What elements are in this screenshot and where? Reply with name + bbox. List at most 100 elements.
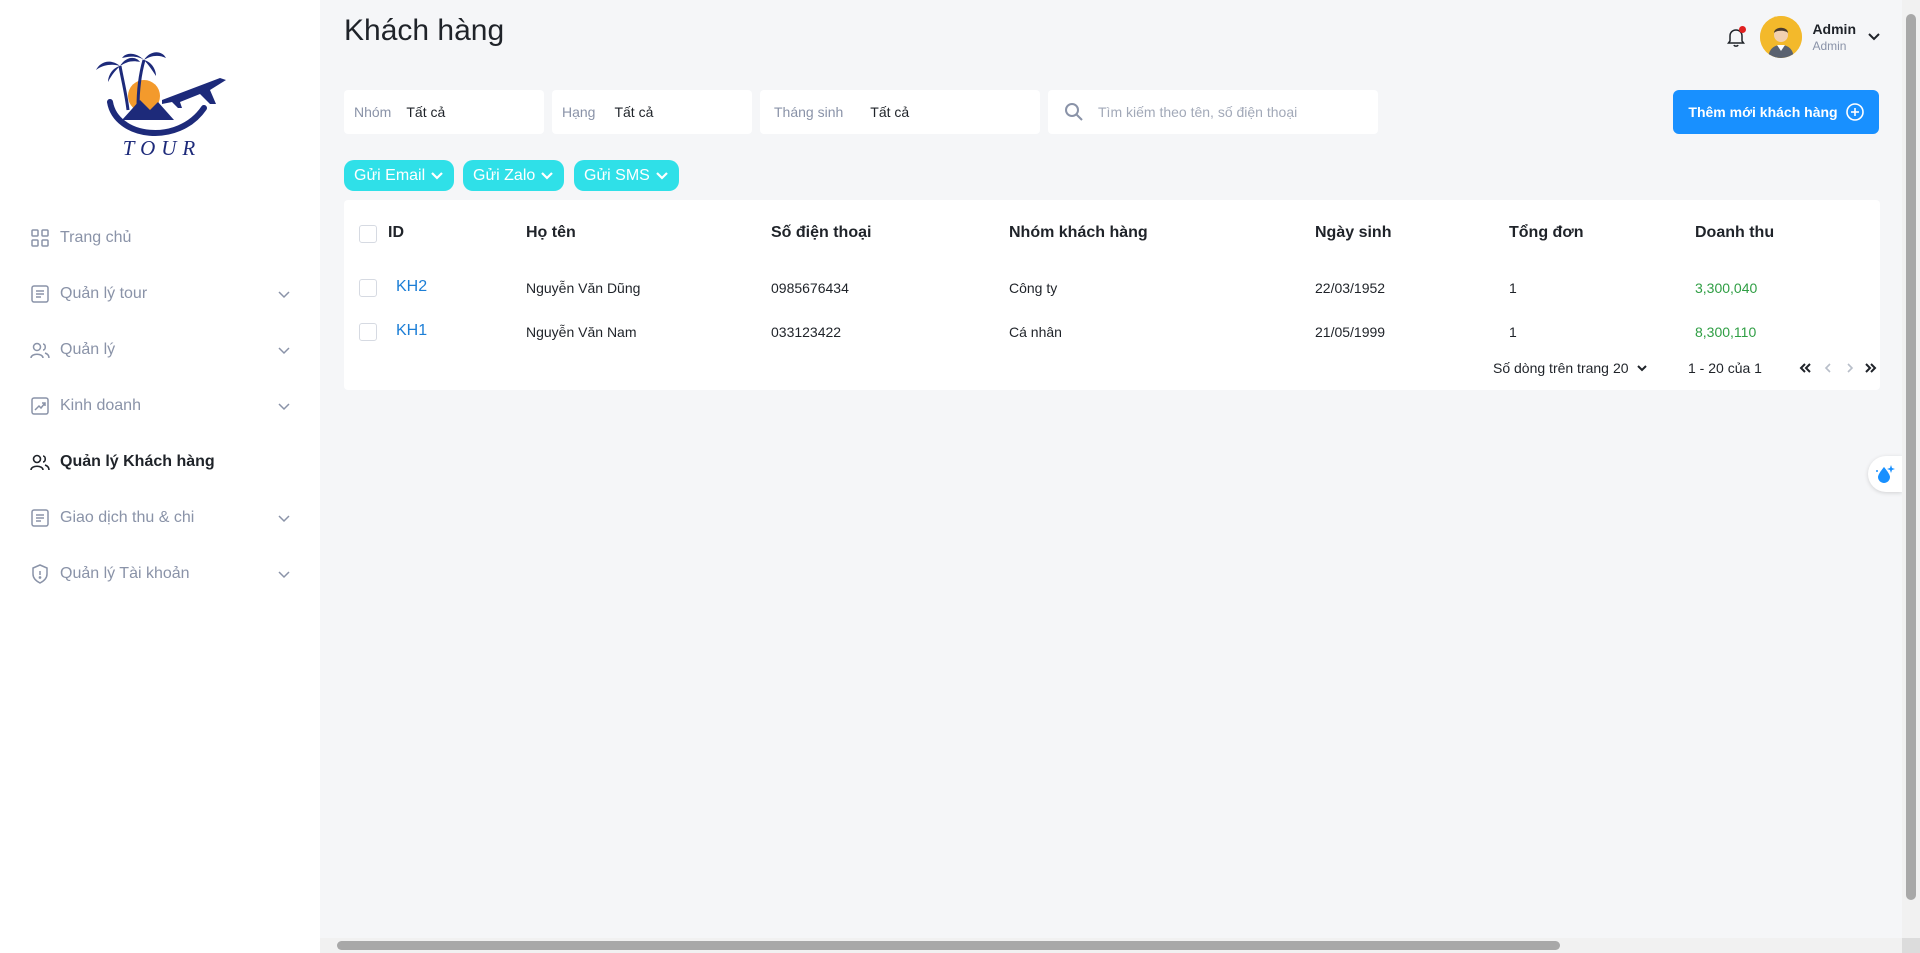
- chevron-down-icon: [278, 571, 290, 579]
- user-area: Admin Admin: [1724, 16, 1882, 58]
- users-icon: [30, 452, 50, 472]
- send-zalo-button[interactable]: Gửi Zalo: [463, 160, 565, 191]
- add-customer-button[interactable]: Thêm mới khách hàng: [1673, 90, 1879, 134]
- chevron-down-icon: [431, 171, 443, 180]
- customer-id-link[interactable]: KH2: [396, 278, 427, 296]
- customer-orders: 1: [1509, 324, 1517, 340]
- filter-rank-label: Hạng: [562, 104, 596, 120]
- first-page-button[interactable]: [1796, 358, 1814, 378]
- sidebar-item-tour[interactable]: Quản lý tour: [0, 266, 320, 322]
- chevron-down-icon: [656, 171, 668, 180]
- sidebar-item-home[interactable]: Trang chủ: [0, 210, 320, 266]
- search-input[interactable]: [1098, 104, 1358, 120]
- customer-phone: 033123422: [771, 324, 842, 340]
- vertical-scrollbar[interactable]: [1902, 0, 1920, 938]
- avatar[interactable]: [1760, 16, 1803, 58]
- sidebar-item-business[interactable]: Kinh doanh: [0, 378, 320, 434]
- customer-name: Nguyễn Văn Dũng: [526, 280, 641, 296]
- column-header-birthday[interactable]: Ngày sinh: [1315, 224, 1391, 242]
- user-name: Admin: [1812, 21, 1856, 37]
- sidebar-item-customers[interactable]: Quản lý Khách hàng: [0, 434, 320, 490]
- horizontal-scrollbar[interactable]: [320, 938, 1902, 953]
- send-sms-label: Gửi SMS: [584, 166, 650, 184]
- customer-table: ID Họ tên Số điện thoại Nhóm khách hàng …: [344, 200, 1880, 390]
- filter-birth-month-value: Tất cả: [870, 104, 910, 120]
- chevrons-left-icon: [1799, 363, 1811, 373]
- users-icon: [30, 340, 50, 360]
- column-header-group[interactable]: Nhóm khách hàng: [1009, 224, 1148, 242]
- chevron-right-icon: [1847, 363, 1854, 373]
- send-sms-button[interactable]: Gửi SMS: [574, 160, 679, 191]
- column-header-phone[interactable]: Số điện thoại: [771, 224, 871, 242]
- chevron-left-icon: [1824, 363, 1831, 373]
- sidebar-item-accounts[interactable]: Quản lý Tài khoản: [0, 546, 320, 602]
- pagination: Số dòng trên trang 20 1 - 20 của 1: [344, 358, 1880, 388]
- scrollbar-thumb[interactable]: [1906, 14, 1916, 900]
- chevron-down-icon: [541, 171, 554, 180]
- palm-plane-logo-icon: [96, 52, 226, 136]
- send-email-button[interactable]: Gửi Email: [344, 160, 455, 191]
- page-title: Khách hàng: [344, 14, 505, 47]
- select-all-checkbox[interactable]: [359, 225, 377, 243]
- next-page-button[interactable]: [1841, 358, 1859, 378]
- page-range: 1 - 20 của 1: [1688, 360, 1762, 376]
- sidebar-item-label: Trang chủ: [60, 229, 132, 246]
- notification-button[interactable]: [1724, 25, 1748, 49]
- customer-revenue: 8,300,110: [1695, 324, 1757, 340]
- plus-circle-icon: [1845, 103, 1864, 121]
- logo-text: TOUR: [122, 136, 202, 160]
- chevron-down-icon: [1636, 365, 1647, 372]
- table-row[interactable]: KH1 Nguyễn Văn Nam 033123422 Cá nhân 21/…: [344, 310, 1860, 354]
- prev-page-button[interactable]: [1819, 358, 1837, 378]
- sidebar-item-manage[interactable]: Quản lý: [0, 322, 320, 378]
- rows-per-page-label: Số dòng trên trang: [1493, 360, 1609, 376]
- customer-birthday: 22/03/1952: [1315, 280, 1386, 296]
- brand-logo[interactable]: TOUR: [92, 48, 232, 166]
- scrollbar-thumb[interactable]: [337, 941, 1560, 950]
- row-checkbox[interactable]: [359, 279, 377, 297]
- chevrons-right-icon: [1865, 363, 1877, 373]
- customer-orders: 1: [1509, 280, 1517, 296]
- column-header-name[interactable]: Họ tên: [526, 224, 576, 242]
- row-checkbox[interactable]: [359, 323, 377, 341]
- table-row[interactable]: KH2 Nguyễn Văn Dũng 0985676434 Công ty 2…: [344, 266, 1860, 310]
- chevron-down-icon: [278, 515, 290, 523]
- list-icon: [30, 284, 50, 304]
- filter-group-value: Tất cả: [406, 104, 446, 120]
- customer-name: Nguyễn Văn Nam: [526, 324, 637, 340]
- add-customer-label: Thêm mới khách hàng: [1688, 104, 1838, 120]
- water-drop-sparkle-icon: [1876, 465, 1895, 483]
- filter-birth-month-label: Tháng sinh: [774, 104, 844, 120]
- column-header-orders[interactable]: Tổng đơn: [1509, 224, 1583, 242]
- send-email-label: Gửi Email: [354, 166, 426, 184]
- filter-rank[interactable]: Hạng Tất cả: [552, 90, 752, 134]
- search-icon: [1065, 103, 1083, 121]
- customer-id-link[interactable]: KH1: [396, 322, 427, 340]
- customer-birthday: 21/05/1999: [1315, 324, 1386, 340]
- filter-rank-value: Tất cả: [614, 104, 654, 120]
- last-page-button[interactable]: [1862, 358, 1880, 378]
- rows-per-page-select[interactable]: Số dòng trên trang 20: [1493, 358, 1649, 378]
- sidebar: TOUR Trang chủ Quản lý tour Quản lý Kinh…: [0, 0, 320, 953]
- main-content: Khách hàng Admin Admin Nhóm Tất cả Hạng …: [320, 0, 1902, 938]
- sidebar-item-label: Quản lý Tài khoản: [60, 565, 190, 582]
- customer-revenue: 3,300,040: [1695, 280, 1758, 296]
- chevron-down-icon[interactable]: [1866, 29, 1882, 45]
- search-box[interactable]: [1048, 90, 1378, 134]
- chevron-down-icon: [278, 291, 290, 299]
- sidebar-item-label: Kinh doanh: [60, 397, 141, 414]
- filter-group[interactable]: Nhóm Tất cả: [344, 90, 544, 134]
- sidebar-item-transactions[interactable]: Giao dịch thu & chi: [0, 490, 320, 546]
- sidebar-item-label: Quản lý Khách hàng: [60, 453, 215, 470]
- customer-phone: 0985676434: [771, 280, 849, 296]
- sidebar-item-label: Quản lý tour: [60, 285, 148, 302]
- column-header-id[interactable]: ID: [388, 224, 404, 242]
- floating-assistant-button[interactable]: [1868, 456, 1902, 492]
- column-header-revenue[interactable]: Doanh thu: [1695, 224, 1774, 242]
- chart-icon: [30, 396, 50, 416]
- sidebar-nav: Trang chủ Quản lý tour Quản lý Kinh doan…: [0, 210, 320, 602]
- sidebar-item-label: Quản lý: [60, 341, 116, 358]
- user-info[interactable]: Admin Admin: [1812, 21, 1856, 53]
- scrollbar-corner: [1902, 938, 1920, 953]
- filter-birth-month[interactable]: Tháng sinh Tất cả: [760, 90, 1040, 134]
